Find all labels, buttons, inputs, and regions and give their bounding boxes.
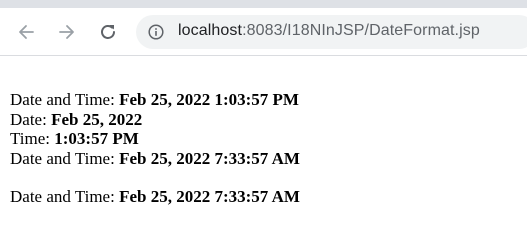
line-value: 1:03:57 PM (54, 129, 139, 148)
line-value: Feb 25, 2022 7:33:57 AM (119, 148, 300, 168)
line-label: Date and Time: (10, 90, 120, 109)
datetime-line-final: Date and Time: Feb 25, 2022 7:33:57 AM (10, 187, 300, 207)
datetime-line-gmt: Date and Time: Feb 25, 2022 7:33:57 AM (10, 149, 300, 169)
reload-button[interactable] (96, 20, 120, 44)
line-value: Feb 25, 2022 1:03:57 PM (119, 90, 299, 109)
back-button[interactable] (14, 20, 38, 44)
line-value: Feb 25, 2022 (51, 109, 143, 129)
address-bar[interactable]: localhost:8083/I18NInJSP/DateFormat.jsp (136, 15, 527, 49)
url-text[interactable]: localhost:8083/I18NInJSP/DateFormat.jsp (178, 22, 480, 40)
line-label: Time: (10, 129, 55, 148)
browser-toolbar: localhost:8083/I18NInJSP/DateFormat.jsp (0, 0, 527, 56)
arrow-right-icon (59, 25, 74, 39)
forward-button[interactable] (55, 20, 79, 44)
time-line: Time: 1:03:57 PM (10, 129, 300, 149)
page-content: Date and Time: Feb 25, 2022 1:03:57 PM D… (10, 90, 300, 207)
tab-strip (0, 0, 527, 8)
arrow-left-icon (19, 25, 34, 39)
line-label: Date: (10, 109, 52, 129)
line-label: Date and Time: (10, 148, 120, 168)
info-icon[interactable] (148, 24, 164, 40)
date-line: Date: Feb 25, 2022 (10, 110, 300, 130)
line-value: Feb 25, 2022 7:33:57 AM (119, 187, 300, 206)
line-label: Date and Time: (10, 187, 120, 206)
reload-icon (101, 25, 115, 39)
url-host: localhost (178, 22, 243, 39)
url-path: :8083/I18NInJSP/DateFormat.jsp (242, 22, 480, 39)
datetime-line-default: Date and Time: Feb 25, 2022 1:03:57 PM (10, 90, 300, 110)
